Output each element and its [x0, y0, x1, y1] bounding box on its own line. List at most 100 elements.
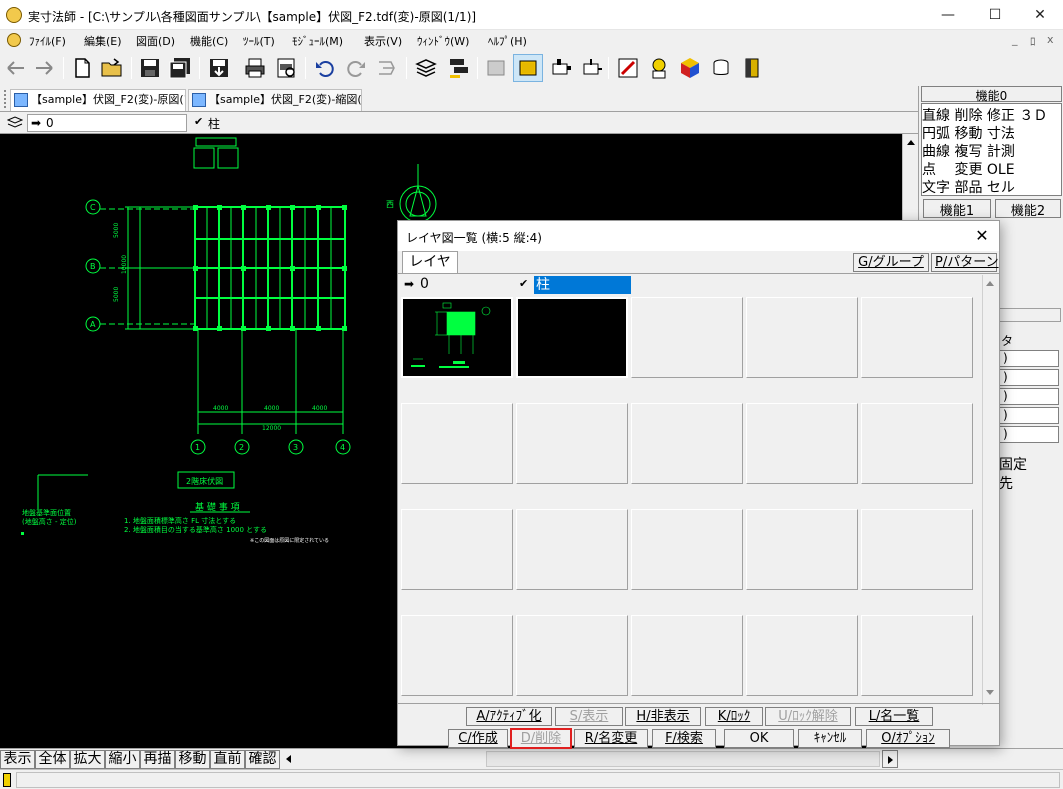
panel-scrollbar[interactable]	[999, 308, 1061, 322]
new-file-icon[interactable]	[70, 56, 94, 80]
delete-button[interactable]: D/削除	[510, 728, 572, 749]
pan-button[interactable]: 移動	[175, 750, 210, 769]
dialog-scroll-down-icon[interactable]	[985, 689, 995, 697]
save-as-icon[interactable]	[207, 56, 231, 80]
dialog-close-button[interactable]: ✕	[970, 225, 994, 247]
previous-view-button[interactable]: 直前	[210, 750, 245, 769]
layer-thumbnail-empty[interactable]	[746, 403, 858, 484]
layer-name-0[interactable]: 0	[420, 276, 429, 292]
tab-original-drawing[interactable]: 【sample】伏図_F2(変)-原図(1/1	[10, 89, 186, 111]
save-icon[interactable]	[138, 56, 162, 80]
layer-thumbnail-empty[interactable]	[861, 615, 973, 696]
layer-thumbnail-empty[interactable]	[401, 615, 513, 696]
rename-button[interactable]: R/名変更	[574, 729, 648, 748]
lock-button[interactable]: K/ﾛｯｸ	[705, 707, 763, 726]
menu-edit[interactable]: 編集(E)	[84, 33, 122, 49]
layer-thumbnail-empty[interactable]	[401, 509, 513, 590]
cancel-button[interactable]: ｷｬﾝｾﾙ	[798, 729, 862, 748]
pen-tool-icon[interactable]	[616, 56, 640, 80]
app-icon[interactable]	[6, 7, 22, 23]
layer-thumbnail-empty[interactable]	[631, 509, 743, 590]
layer-thumbnail-empty[interactable]	[861, 509, 973, 590]
scroll-up-icon[interactable]	[906, 138, 916, 146]
param-field-2[interactable]: )	[999, 369, 1059, 386]
menu-drawing[interactable]: 図面(D)	[136, 33, 175, 49]
layer-thumbnail-empty[interactable]	[631, 615, 743, 696]
dialog-scroll-up-icon[interactable]	[985, 279, 995, 287]
activate-button[interactable]: A/ｱｸﾃｨﾌﾞ化	[466, 707, 552, 726]
menu-file[interactable]: ﾌｧｲﾙ(F)	[29, 33, 66, 49]
layer-thumbnail-empty[interactable]	[516, 615, 628, 696]
forward-arrow-icon[interactable]	[32, 56, 56, 80]
function-row-4[interactable]: 点 変更 OLE	[922, 159, 1015, 179]
back-arrow-icon[interactable]	[4, 56, 28, 80]
tab-layer[interactable]: レイヤ	[402, 251, 458, 273]
exit-door-icon[interactable]	[740, 56, 764, 80]
param-field-4[interactable]: )	[999, 407, 1059, 424]
search-button[interactable]: F/検索	[652, 729, 716, 748]
param-field-1[interactable]: )	[999, 350, 1059, 367]
function-row-1[interactable]: 直線 削除 修正 ３Ｄ	[922, 105, 1047, 125]
maximize-button[interactable]: ☐	[972, 0, 1018, 30]
layer-thumbnail-empty[interactable]	[746, 297, 858, 378]
options-button[interactable]: O/ｵﾌﾟｼｮﾝ	[866, 729, 950, 748]
menu-view[interactable]: 表示(V)	[364, 33, 402, 49]
print-preview-icon[interactable]	[274, 56, 298, 80]
layer-name-pillar-selected[interactable]: 柱	[534, 276, 631, 294]
function-row-2[interactable]: 円弧 移動 寸法	[922, 123, 1015, 143]
layer-thumbnail-empty[interactable]	[861, 403, 973, 484]
layer-thumbnail-empty[interactable]	[516, 509, 628, 590]
mdi-restore-button[interactable]: ﾛ	[1030, 33, 1036, 49]
selected-layer-name[interactable]: 柱	[208, 115, 220, 132]
ok-button[interactable]: OK	[724, 729, 794, 748]
snap-grid-icon[interactable]	[580, 56, 604, 80]
menu-function[interactable]: 機能(C)	[190, 33, 228, 49]
scroll-left-icon[interactable]	[284, 754, 292, 764]
cylinder-icon[interactable]	[709, 56, 733, 80]
menu-module[interactable]: ﾓｼﾞｭｰﾙ(M)	[292, 33, 343, 49]
sheet-display-icon[interactable]	[516, 56, 540, 80]
dialog-vertical-scrollbar[interactable]	[982, 275, 997, 705]
worker-icon[interactable]	[647, 56, 671, 80]
layer-thumbnail-empty[interactable]	[861, 297, 973, 378]
minimize-button[interactable]: —	[925, 0, 971, 30]
redraw-button[interactable]: 再描	[140, 750, 175, 769]
show-button[interactable]: S/表示	[555, 707, 623, 726]
view-display-button[interactable]: 表示	[0, 750, 35, 769]
view-all-button[interactable]: 全体	[35, 750, 70, 769]
tab-function-1[interactable]: 機能1	[923, 199, 991, 219]
mdi-minimize-button[interactable]: _	[1012, 33, 1018, 46]
undo-icon[interactable]	[313, 56, 337, 80]
snap-point-icon[interactable]	[549, 56, 573, 80]
close-button[interactable]: ✕	[1017, 0, 1063, 30]
open-folder-icon[interactable]	[100, 56, 124, 80]
layer-thumbnail-empty[interactable]	[631, 403, 743, 484]
3d-cube-icon[interactable]	[678, 56, 702, 80]
print-icon[interactable]	[243, 56, 267, 80]
menu-window[interactable]: ｳｨﾝﾄﾞｳ(W)	[417, 33, 469, 49]
doc-icon[interactable]	[7, 33, 21, 47]
function-row-3[interactable]: 曲線 複写 計測	[922, 141, 1015, 161]
menu-help[interactable]: ﾍﾙﾌﾟ(H)	[488, 33, 527, 49]
menu-tool[interactable]: ﾂｰﾙ(T)	[243, 33, 275, 49]
function-row-5[interactable]: 文字 部品 セル	[922, 177, 1015, 197]
tab-function-2[interactable]: 機能2	[995, 199, 1061, 219]
layer-thumbnail-empty[interactable]	[516, 403, 628, 484]
tab-reduced-drawing[interactable]: 【sample】伏図_F2(変)-縮図(1/2	[188, 89, 362, 111]
layer-thumbnail-empty[interactable]	[746, 509, 858, 590]
layer-thumbnail-empty[interactable]	[746, 615, 858, 696]
layer-icon[interactable]	[7, 116, 23, 130]
zoom-out-button[interactable]: 縮小	[105, 750, 140, 769]
scroll-right-button[interactable]	[882, 750, 898, 768]
layer-thumbnail-empty[interactable]	[631, 297, 743, 378]
save-all-icon[interactable]	[168, 56, 192, 80]
layer-properties-icon[interactable]	[446, 56, 470, 80]
horizontal-scrollbar[interactable]	[486, 751, 880, 767]
redo-icon[interactable]	[344, 56, 368, 80]
param-field-5[interactable]: )	[999, 426, 1059, 443]
repeat-icon[interactable]	[375, 56, 399, 80]
param-field-3[interactable]: )	[999, 388, 1059, 405]
grid-display-icon[interactable]	[484, 56, 508, 80]
layer-thumbnail-0[interactable]	[401, 297, 513, 378]
group-button[interactable]: G/グループ	[853, 253, 929, 272]
